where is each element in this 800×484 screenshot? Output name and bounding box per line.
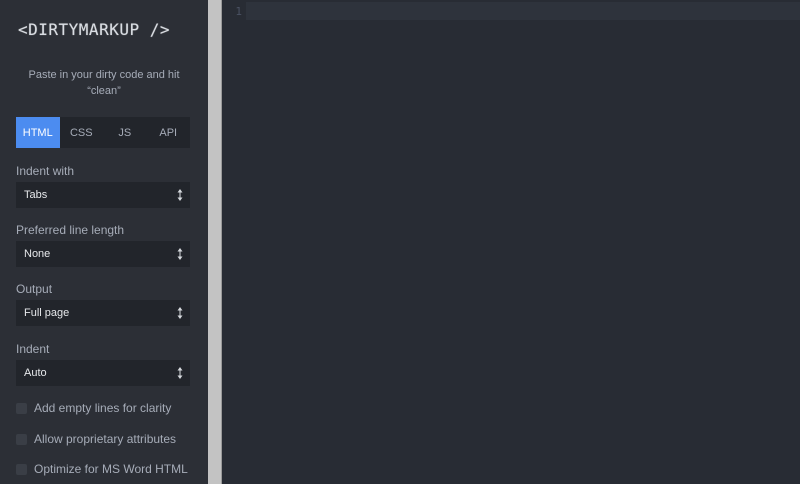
tagline: Paste in your dirty code and hit “clean” — [28, 69, 180, 97]
tab-css[interactable]: CSS — [60, 117, 104, 148]
proprietary-attributes-checkbox[interactable] — [16, 433, 27, 445]
indent-with-value: Tabs — [24, 189, 48, 201]
select-arrows-icon — [177, 189, 183, 201]
language-tabs: HTML CSS JS API — [16, 117, 190, 148]
panel-splitter[interactable] — [208, 0, 222, 484]
ms-word-checkbox[interactable] — [16, 463, 27, 475]
line-length-value: None — [24, 248, 51, 260]
editor-active-line[interactable] — [246, 2, 800, 20]
code-editor[interactable]: 1 — [222, 0, 800, 484]
sidebar: <DIRTYMARKUP /> Paste in your dirty code… — [0, 0, 208, 484]
indent-label: Indent — [16, 342, 50, 356]
logo[interactable]: <DIRTYMARKUP /> — [18, 20, 170, 39]
ms-word-label: Optimize for MS Word HTML — [34, 462, 188, 476]
select-arrows-icon — [177, 367, 183, 379]
indent-with-label: Indent with — [16, 164, 75, 178]
tab-html[interactable]: HTML — [16, 117, 60, 148]
line-number: 1 — [235, 5, 242, 18]
empty-lines-checkbox[interactable] — [16, 402, 27, 414]
output-label: Output — [16, 282, 53, 296]
indent-with-select[interactable]: Tabs — [16, 182, 190, 208]
indent-select[interactable]: Auto — [16, 360, 190, 386]
empty-lines-checkbox-row[interactable]: Add empty lines for clarity — [16, 401, 171, 415]
tab-api[interactable]: API — [147, 117, 191, 148]
output-select[interactable]: Full page — [16, 300, 190, 326]
line-number-gutter: 1 — [222, 0, 246, 484]
empty-lines-label: Add empty lines for clarity — [34, 401, 172, 415]
proprietary-attributes-checkbox-row[interactable]: Allow proprietary attributes — [16, 432, 176, 446]
select-arrows-icon — [177, 248, 183, 260]
indent-value: Auto — [24, 367, 47, 379]
select-arrows-icon — [177, 307, 183, 319]
ms-word-checkbox-row[interactable]: Optimize for MS Word HTML — [16, 462, 188, 476]
line-length-label: Preferred line length — [16, 223, 125, 237]
output-value: Full page — [24, 307, 70, 319]
proprietary-attributes-label: Allow proprietary attributes — [34, 432, 177, 446]
tab-js[interactable]: JS — [103, 117, 147, 148]
line-length-select[interactable]: None — [16, 241, 190, 267]
